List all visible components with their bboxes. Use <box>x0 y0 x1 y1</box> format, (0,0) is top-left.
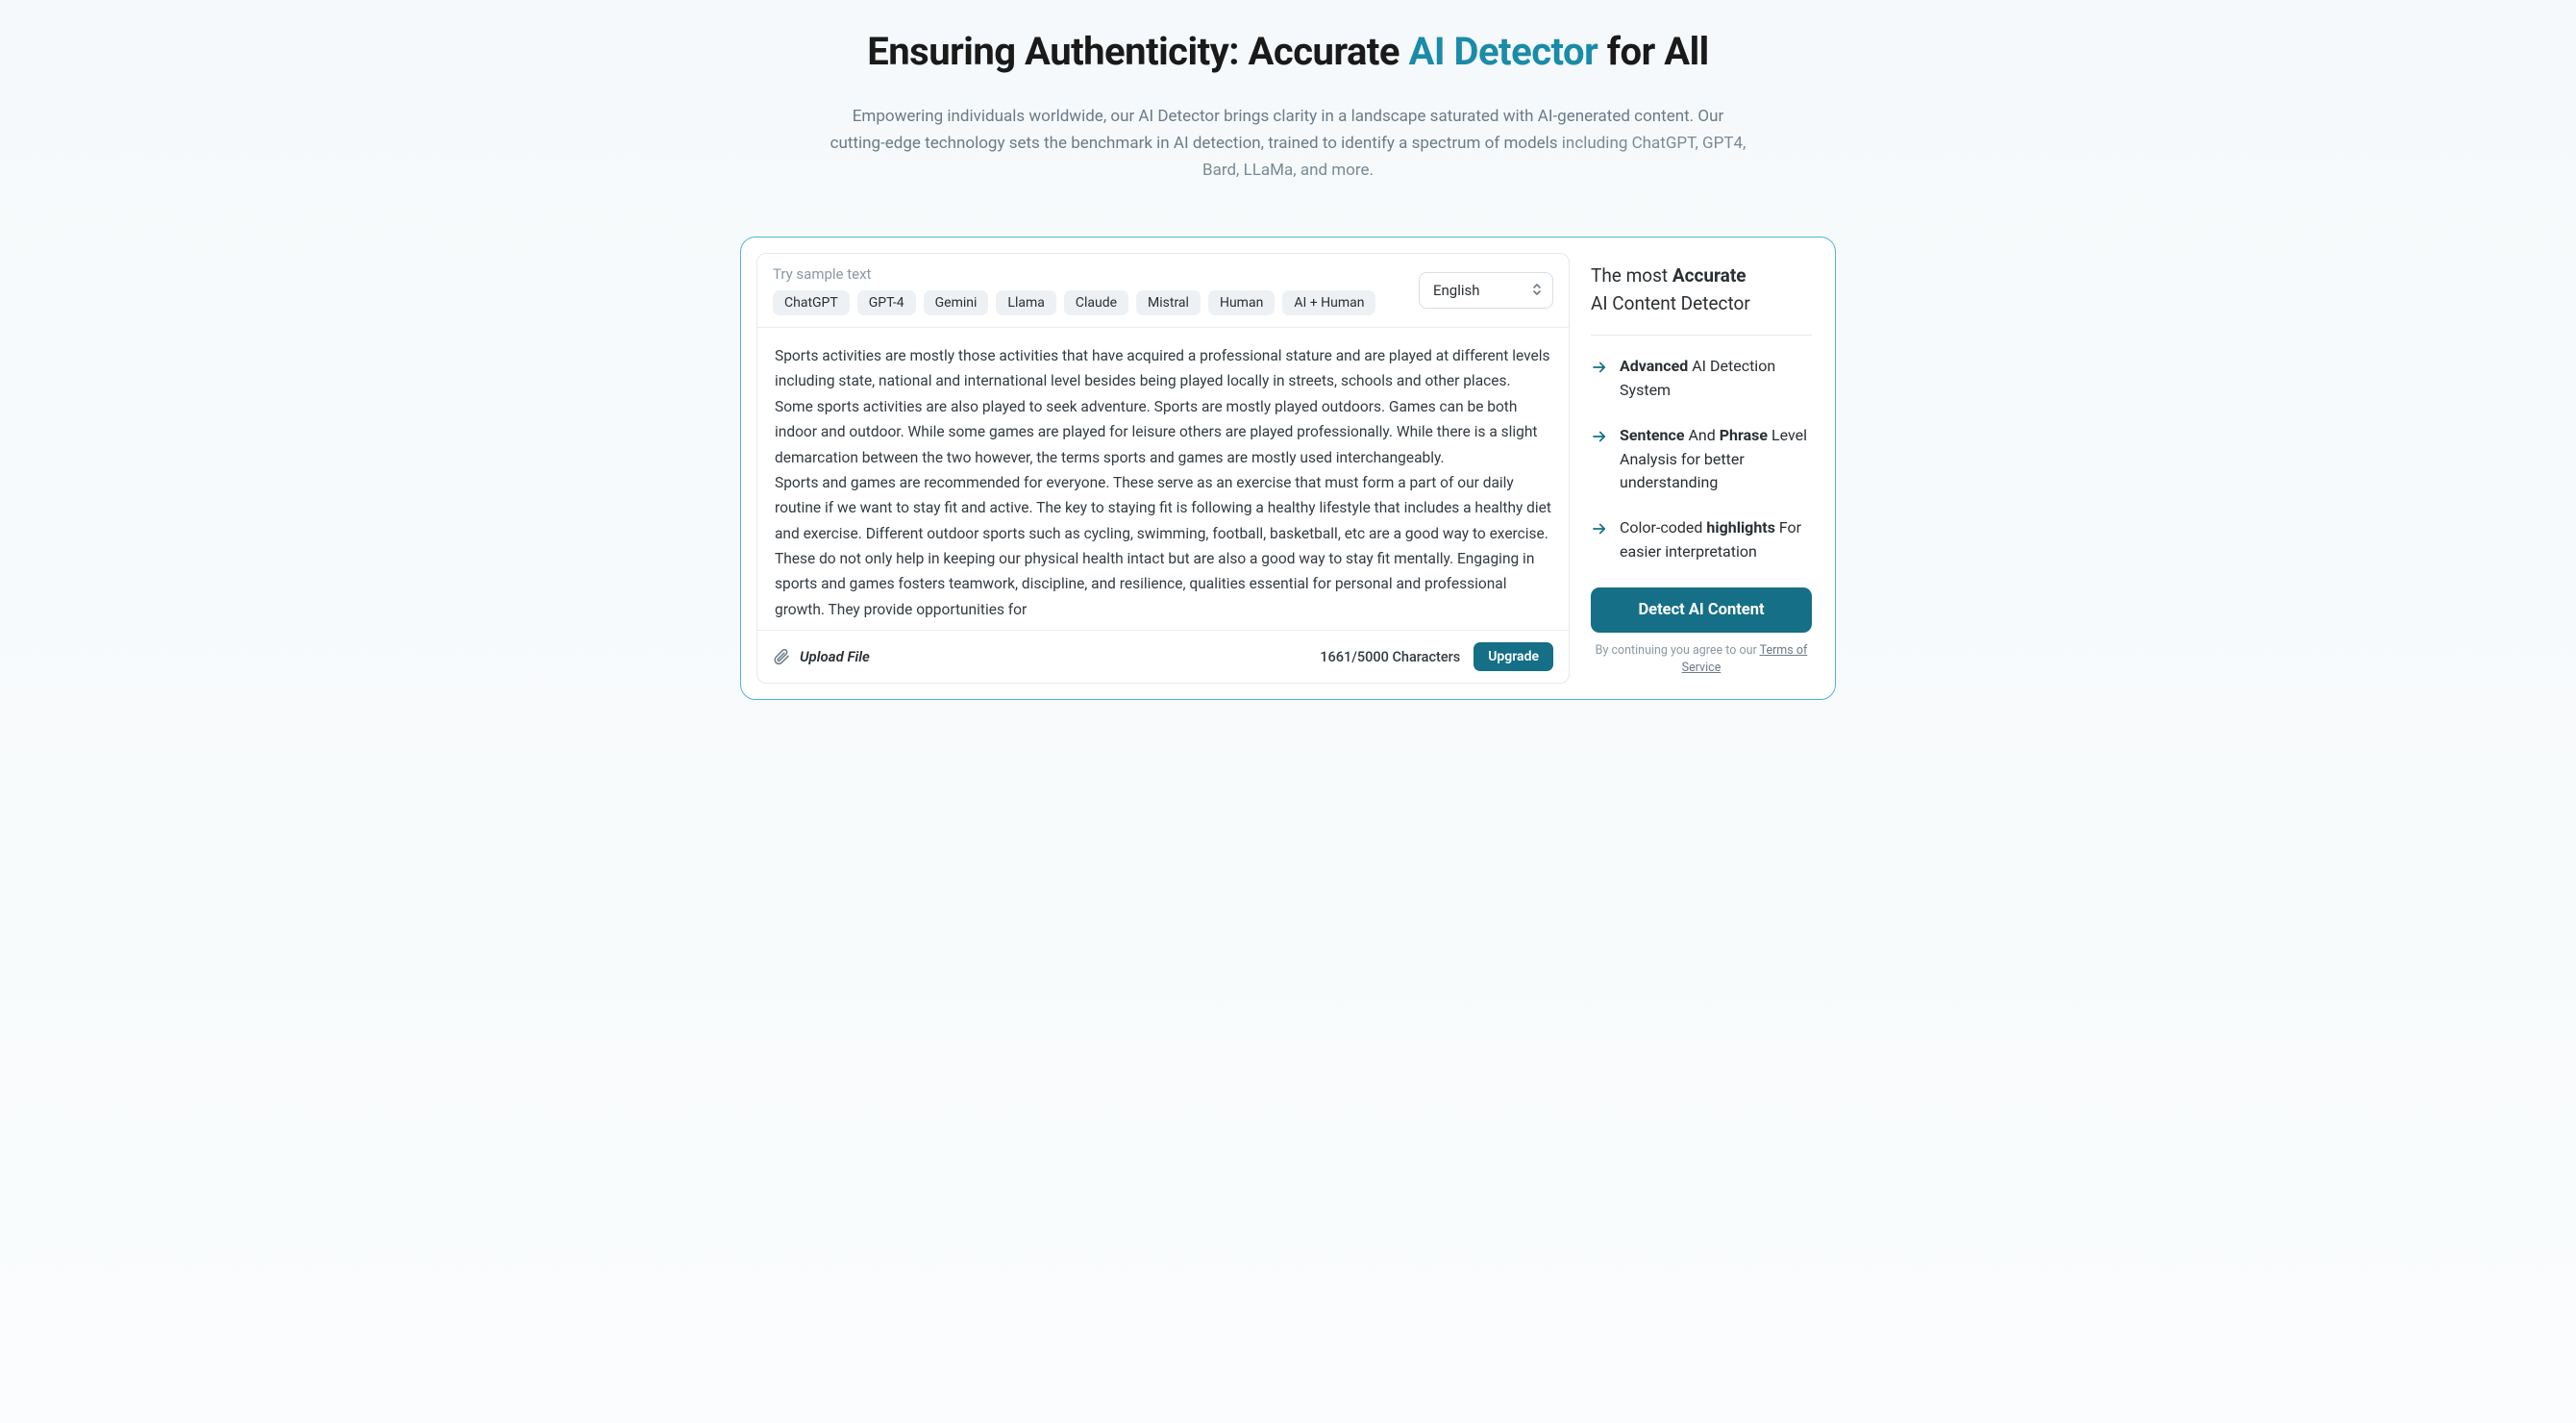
page-subtitle: Empowering individuals worldwide, our AI… <box>827 103 1749 184</box>
character-count: 1661/5000 Characters <box>1320 649 1460 665</box>
arrow-right-icon <box>1591 520 1608 537</box>
upload-label: Upload File <box>800 648 870 665</box>
tos-pre: By continuing you agree to our <box>1596 643 1760 658</box>
sample-chip[interactable]: GPT-4 <box>857 290 916 315</box>
sample-chip[interactable]: ChatGPT <box>773 290 850 315</box>
page-title: Ensuring Authenticity: Accurate AI Detec… <box>740 29 1836 74</box>
sample-chips: ChatGPT GPT-4 Gemini Llama Claude Mistral Huma… <box>773 290 1403 315</box>
sidebar-divider <box>1591 335 1812 336</box>
sample-chip[interactable]: Human <box>1208 290 1275 315</box>
sample-chip[interactable]: Gemini <box>924 290 989 315</box>
arrow-right-icon <box>1591 359 1608 376</box>
language-select-wrap: English <box>1419 272 1553 309</box>
feature-list: Advanced AI Detection System Sentence An… <box>1591 355 1812 568</box>
editor-footer: Upload File 1661/5000 Characters Upgrade <box>757 630 1569 683</box>
detect-button[interactable]: Detect AI Content <box>1591 587 1812 633</box>
feature-item: Sentence And Phrase Level Analysis for b… <box>1591 424 1812 495</box>
sample-chip[interactable]: Llama <box>996 290 1055 315</box>
footer-right: 1661/5000 Characters Upgrade <box>1320 642 1553 671</box>
feature-text: Color-coded highlights For easier interp… <box>1620 516 1812 564</box>
title-post: for All <box>1598 29 1708 74</box>
content-textarea[interactable] <box>757 328 1569 626</box>
sidebar-title-bold: Accurate <box>1672 264 1746 287</box>
sample-chip[interactable]: AI + Human <box>1282 290 1375 315</box>
tos-text: By continuing you agree to our Terms of … <box>1591 642 1812 676</box>
title-accent: AI Detector <box>1408 29 1598 74</box>
title-pre: Ensuring Authenticity: Accurate <box>867 29 1408 74</box>
sample-label: Try sample text <box>773 265 1403 283</box>
samples-wrap: Try sample text ChatGPTGPT-4GeminiLlamaC… <box>773 265 1403 315</box>
language-select[interactable]: English <box>1419 272 1553 309</box>
feature-item: Advanced AI Detection System <box>1591 355 1812 403</box>
detector-panel: Try sample text ChatGPTGPT-4GeminiLlamaC… <box>740 237 1836 700</box>
feature-text: Advanced AI Detection System <box>1620 355 1812 403</box>
editor-toolbar: Try sample text ChatGPTGPT-4GeminiLlamaC… <box>757 254 1569 328</box>
feature-text: Sentence And Phrase Level Analysis for b… <box>1620 424 1812 495</box>
upload-file-button[interactable]: Upload File <box>773 648 870 665</box>
sample-chip[interactable]: Claude <box>1064 290 1128 315</box>
sidebar-title: The most Accurate AI Content Detector <box>1591 262 1812 317</box>
upgrade-button[interactable]: Upgrade <box>1474 642 1553 671</box>
paperclip-icon <box>773 648 790 665</box>
sidebar-column: The most Accurate AI Content Detector Ad… <box>1570 253 1820 684</box>
sidebar-title-line2: AI Content Detector <box>1591 292 1750 314</box>
editor-column: Try sample text ChatGPTGPT-4GeminiLlamaC… <box>756 253 1570 684</box>
feature-item: Color-coded highlights For easier interp… <box>1591 516 1812 564</box>
editor-box: Try sample text ChatGPTGPT-4GeminiLlamaC… <box>756 253 1570 684</box>
sidebar-title-pre: The most <box>1591 264 1672 287</box>
sample-chip[interactable]: Mistral <box>1136 290 1201 315</box>
arrow-right-icon <box>1591 428 1608 445</box>
